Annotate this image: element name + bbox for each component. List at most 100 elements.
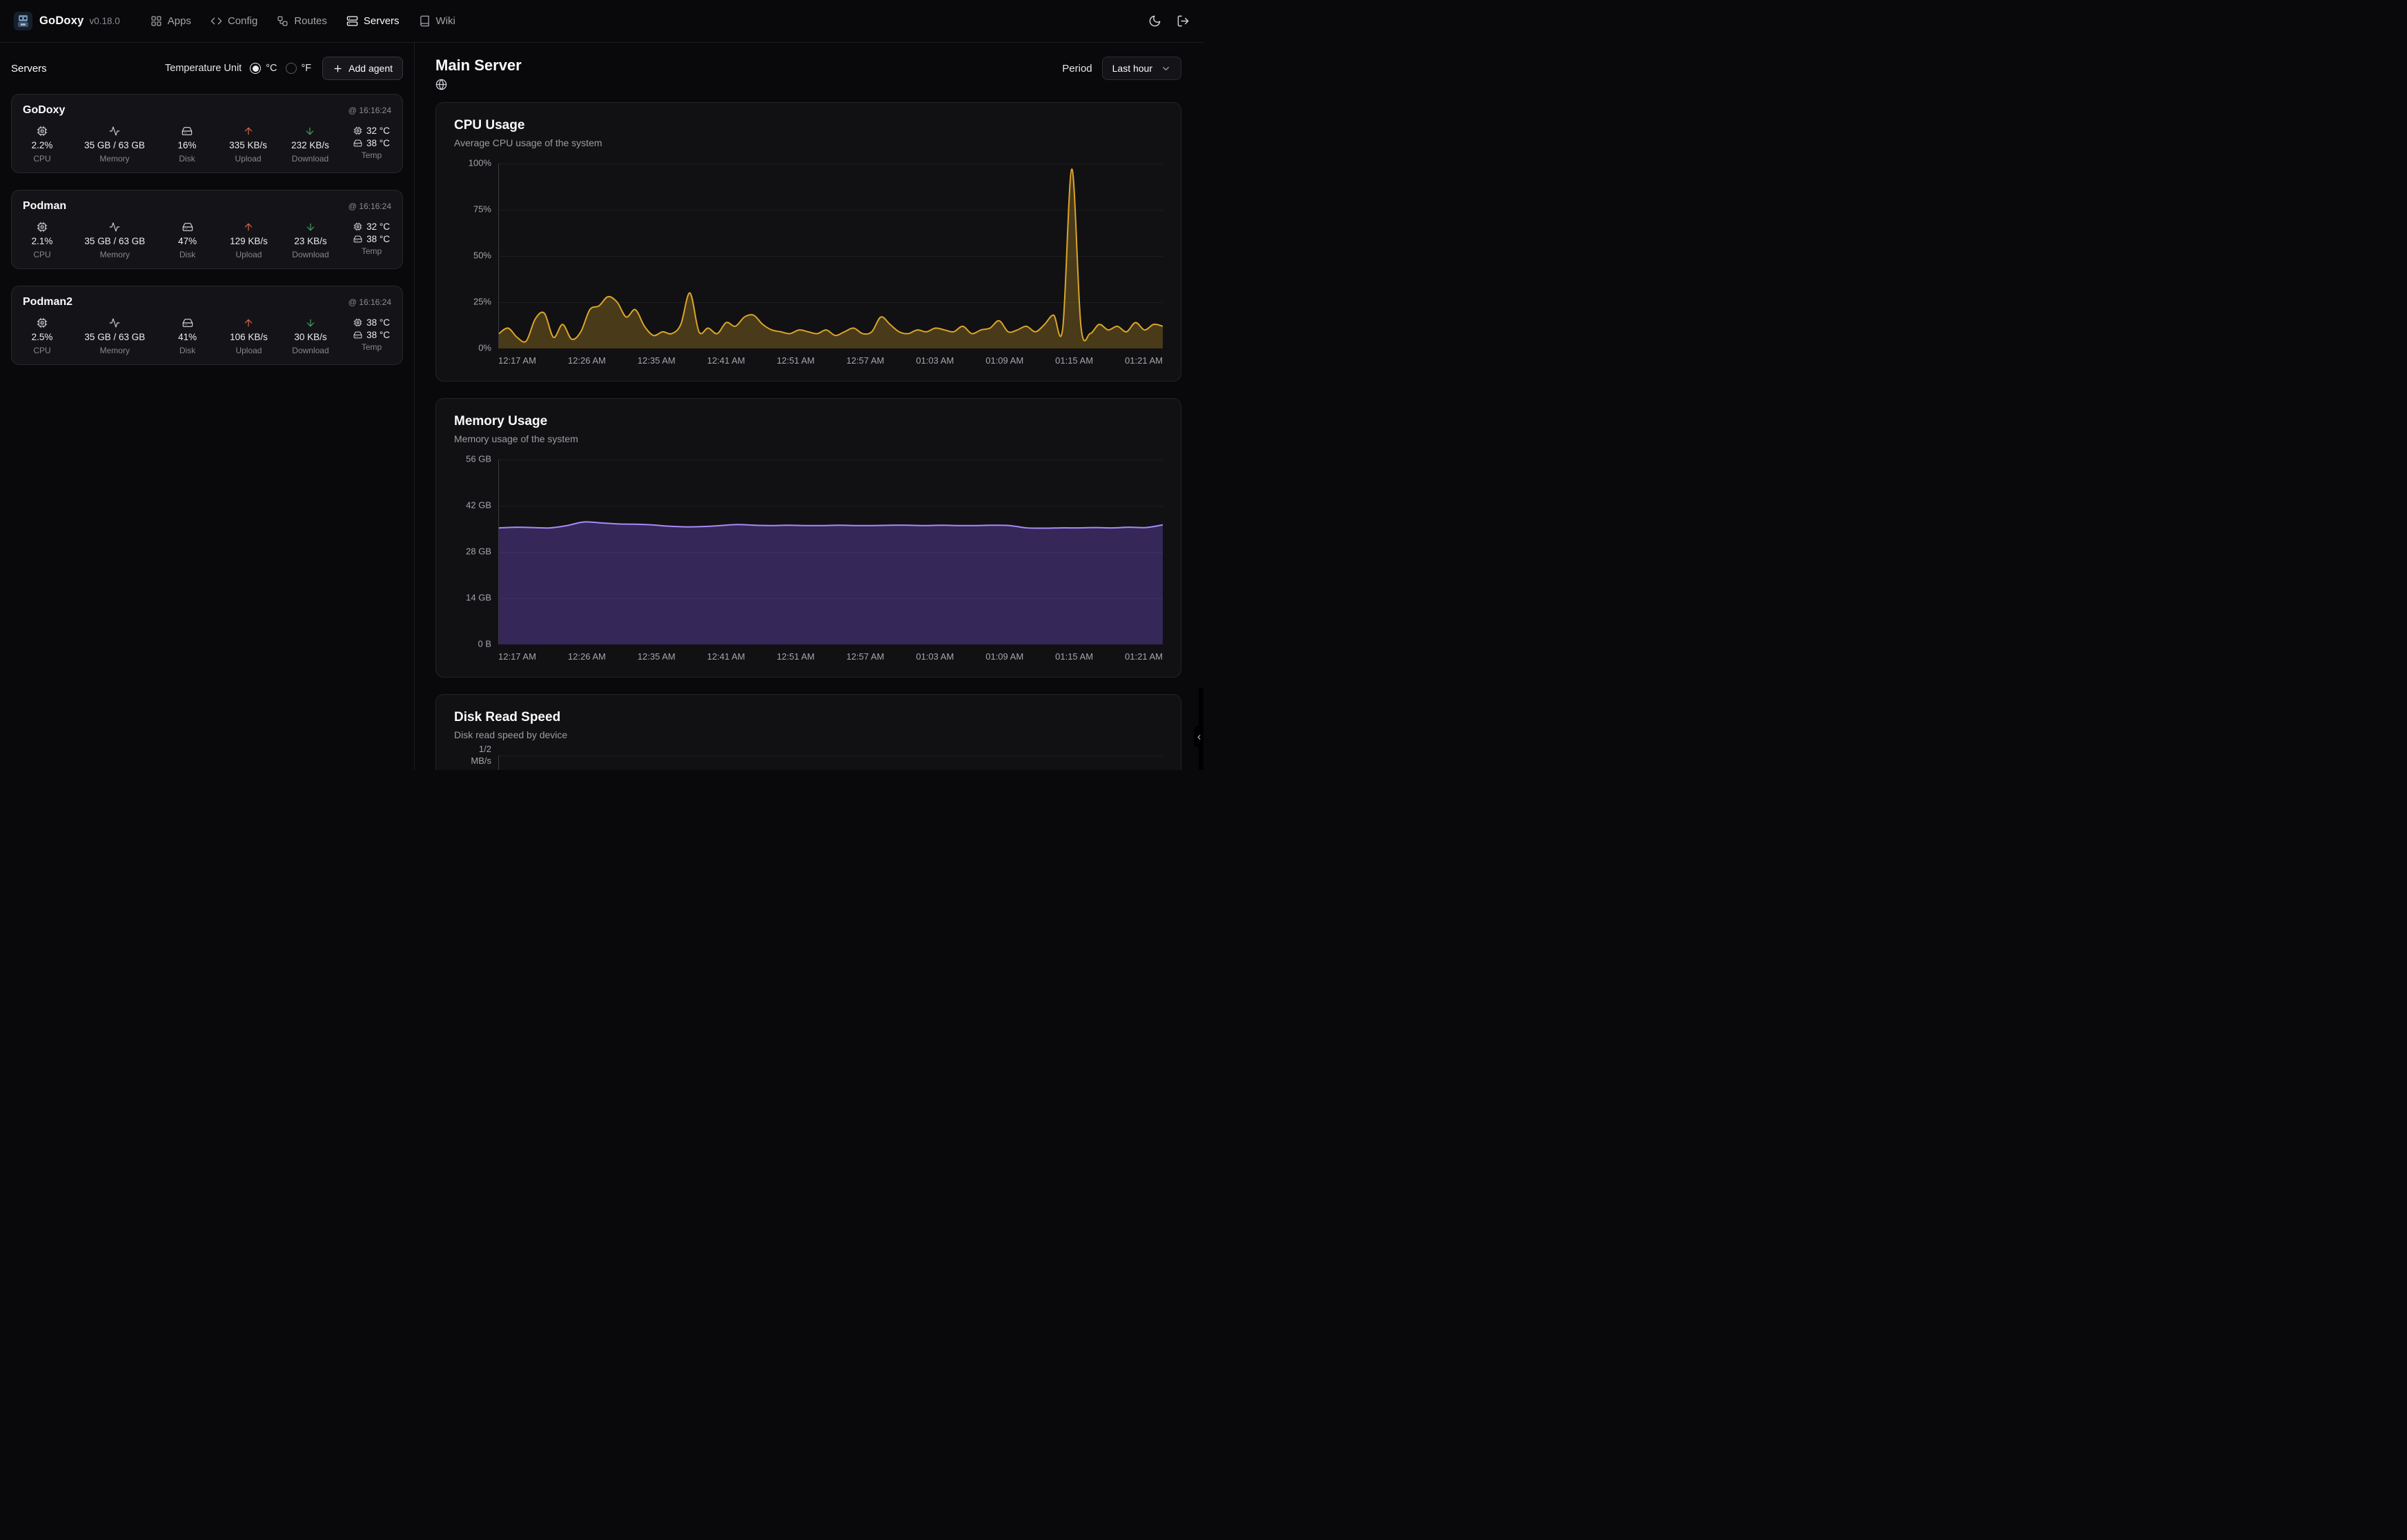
x-tick-label: 12:41 AM xyxy=(707,355,745,366)
arrow-down-icon xyxy=(305,317,316,328)
server-card[interactable]: GoDoxy@ 16:16:242.2%CPU35 GB / 63 GBMemo… xyxy=(11,94,403,173)
workflow-icon xyxy=(277,15,288,27)
nav-item-servers[interactable]: Servers xyxy=(346,15,400,27)
nav-label: Servers xyxy=(364,15,400,27)
theme-toggle-moon-icon[interactable] xyxy=(1148,14,1161,28)
cpu-stat: 2.5%CPU xyxy=(24,317,60,355)
disk-stat: 47%Disk xyxy=(170,221,206,259)
servers-panel: Servers Temperature Unit °C °F xyxy=(0,43,415,770)
plus-icon xyxy=(333,63,343,74)
memory-stat: 35 GB / 63 GBMemory xyxy=(84,126,145,164)
nav-item-apps[interactable]: Apps xyxy=(150,15,191,27)
x-tick-label: 01:21 AM xyxy=(1125,651,1163,662)
x-tick-label: 01:03 AM xyxy=(916,651,954,662)
y-axis-labels: 1/2MB/s xyxy=(454,756,498,770)
x-tick-label: 12:35 AM xyxy=(638,355,676,366)
top-navbar: GoDoxy v0.18.0 Apps Config Routes xyxy=(0,0,1204,43)
server-name: Podman xyxy=(23,200,66,213)
code-icon xyxy=(210,15,222,27)
nav-label: Apps xyxy=(168,15,191,27)
disk-temp-icon xyxy=(353,330,362,339)
server-card-list: GoDoxy@ 16:16:242.2%CPU35 GB / 63 GBMemo… xyxy=(11,94,403,365)
x-tick-label: 12:26 AM xyxy=(568,651,606,662)
x-tick-label: 01:09 AM xyxy=(985,355,1023,366)
nav-item-config[interactable]: Config xyxy=(210,15,257,27)
disk-stat: 41%Disk xyxy=(170,317,206,355)
x-tick-label: 12:41 AM xyxy=(707,651,745,662)
x-tick-label: 01:15 AM xyxy=(1055,651,1093,662)
cpu-stat: 2.1%CPU xyxy=(24,221,60,259)
celsius-radio[interactable]: °C xyxy=(250,63,277,74)
x-tick-label: 12:17 AM xyxy=(498,651,536,662)
radio-unselected-icon xyxy=(286,63,297,74)
main-nav: Apps Config Routes Servers xyxy=(150,15,455,27)
chart-subtitle: Average CPU usage of the system xyxy=(454,137,1163,148)
memory-stat: 35 GB / 63 GBMemory xyxy=(84,317,145,355)
disk-temp-icon xyxy=(353,139,362,148)
x-tick-label: 12:35 AM xyxy=(638,651,676,662)
server-card[interactable]: Podman2@ 16:16:242.5%CPU35 GB / 63 GBMem… xyxy=(11,286,403,365)
chart-title: Disk Read Speed xyxy=(454,710,1163,725)
arrow-down-icon xyxy=(305,221,316,233)
nav-label: Routes xyxy=(294,15,327,27)
celsius-label: °C xyxy=(266,63,277,74)
hard-drive-icon xyxy=(182,221,193,233)
nav-item-wiki[interactable]: Wiki xyxy=(419,15,455,27)
servers-panel-title: Servers xyxy=(11,63,47,75)
x-tick-label: 01:03 AM xyxy=(916,355,954,366)
x-tick-label: 12:57 AM xyxy=(846,355,884,366)
fahrenheit-label: °F xyxy=(302,63,312,74)
server-card[interactable]: Podman@ 16:16:242.1%CPU35 GB / 63 GBMemo… xyxy=(11,190,403,269)
cpu-usage-card: CPU Usage Average CPU usage of the syste… xyxy=(435,102,1181,382)
disk-read-speed-chart[interactable] xyxy=(498,756,1163,770)
download-stat: 232 KB/sDownload xyxy=(291,126,329,164)
cpu-icon xyxy=(37,126,48,137)
temp-stat: 38 °C38 °CTemp xyxy=(353,317,390,352)
period-label: Period xyxy=(1062,63,1092,75)
upload-stat: 106 KB/sUpload xyxy=(230,317,268,355)
temp-stat: 32 °C38 °CTemp xyxy=(353,221,390,256)
memory-usage-card: Memory Usage Memory usage of the system … xyxy=(435,398,1181,678)
server-updated-time: @ 16:16:24 xyxy=(348,106,391,115)
cpu-icon xyxy=(37,317,48,328)
collapse-panel-handle[interactable] xyxy=(1194,726,1204,748)
server-detail-panel: Main Server Period Last hour CPU Usage A… xyxy=(415,43,1204,770)
chart-subtitle: Disk read speed by device xyxy=(454,729,1163,740)
logout-icon[interactable] xyxy=(1177,14,1190,28)
period-select[interactable]: Last hour xyxy=(1102,57,1181,80)
server-stack-icon xyxy=(346,15,358,27)
server-name: GoDoxy xyxy=(23,104,65,117)
x-tick-label: 01:09 AM xyxy=(985,651,1023,662)
temp-stat: 32 °C38 °CTemp xyxy=(353,126,390,160)
nav-label: Wiki xyxy=(436,15,455,27)
cpu-usage-chart[interactable] xyxy=(498,164,1163,348)
fahrenheit-radio[interactable]: °F xyxy=(286,63,312,74)
arrow-up-icon xyxy=(243,221,254,233)
chart-subtitle: Memory usage of the system xyxy=(454,433,1163,444)
disk-read-speed-card: Disk Read Speed Disk read speed by devic… xyxy=(435,694,1181,770)
arrow-up-icon xyxy=(243,317,254,328)
cpu-temp-icon xyxy=(353,318,362,327)
download-stat: 23 KB/sDownload xyxy=(292,221,328,259)
server-updated-time: @ 16:16:24 xyxy=(348,201,391,211)
upload-stat: 129 KB/sUpload xyxy=(230,221,268,259)
book-icon xyxy=(419,15,431,27)
arrow-down-icon xyxy=(304,126,315,137)
x-tick-label: 12:51 AM xyxy=(777,651,815,662)
nav-item-routes[interactable]: Routes xyxy=(277,15,327,27)
memory-usage-chart[interactable] xyxy=(498,460,1163,644)
y-axis-labels: 0%25%50%75%100% xyxy=(454,164,498,348)
chevron-down-icon xyxy=(1161,63,1171,74)
hard-drive-icon xyxy=(181,126,193,137)
godoxy-logo[interactable] xyxy=(14,12,32,30)
period-value: Last hour xyxy=(1112,63,1152,74)
activity-icon xyxy=(109,126,120,137)
add-agent-label: Add agent xyxy=(348,63,393,74)
download-stat: 30 KB/sDownload xyxy=(292,317,328,355)
chart-title: Memory Usage xyxy=(454,414,1163,429)
temperature-unit-label: Temperature Unit xyxy=(165,63,242,74)
add-agent-button[interactable]: Add agent xyxy=(322,57,403,80)
page-title: Main Server xyxy=(435,57,522,75)
cpu-icon xyxy=(37,221,48,233)
x-axis-labels: 12:17 AM12:26 AM12:35 AM12:41 AM12:51 AM… xyxy=(498,355,1163,366)
